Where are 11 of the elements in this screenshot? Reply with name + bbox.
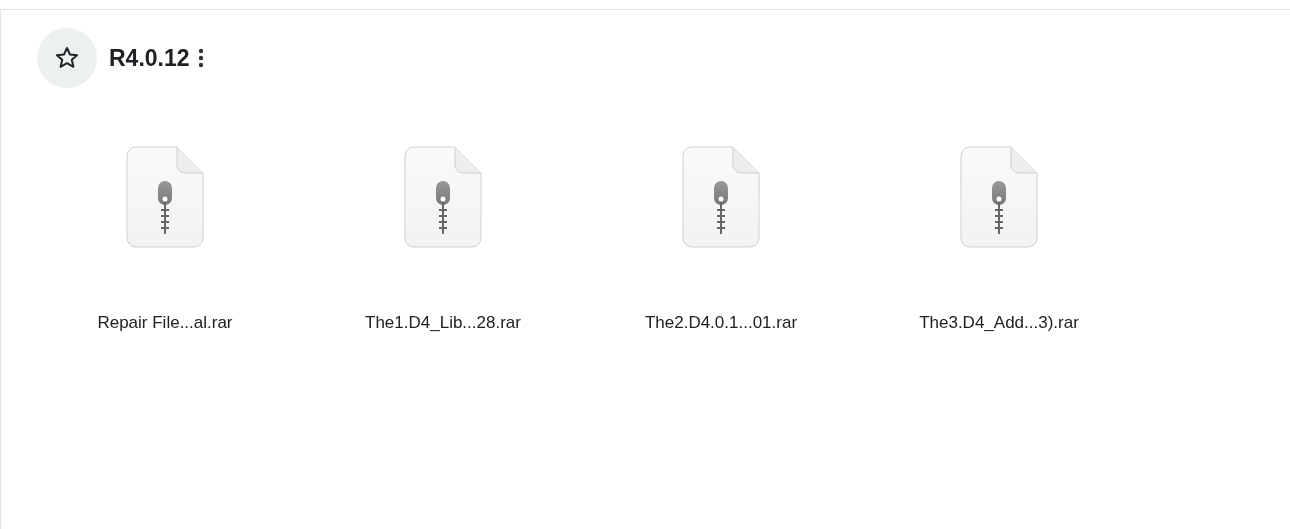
star-icon [54,45,80,71]
file-name[interactable]: Repair File...al.rar [97,310,233,336]
file-name[interactable]: The3.D4_Add...3).rar [919,310,1079,336]
more-icon [197,48,204,68]
zip-file-icon[interactable] [126,146,204,248]
folder-title: R4.0.12 [109,43,190,73]
file-name[interactable]: The1.D4_Lib...28.rar [365,310,521,336]
file-name[interactable]: The2.D4.0.1...01.rar [644,310,798,336]
zip-file-icon[interactable] [404,146,482,248]
zip-file-icon[interactable] [682,146,760,248]
zip-file-icon[interactable] [960,146,1038,248]
